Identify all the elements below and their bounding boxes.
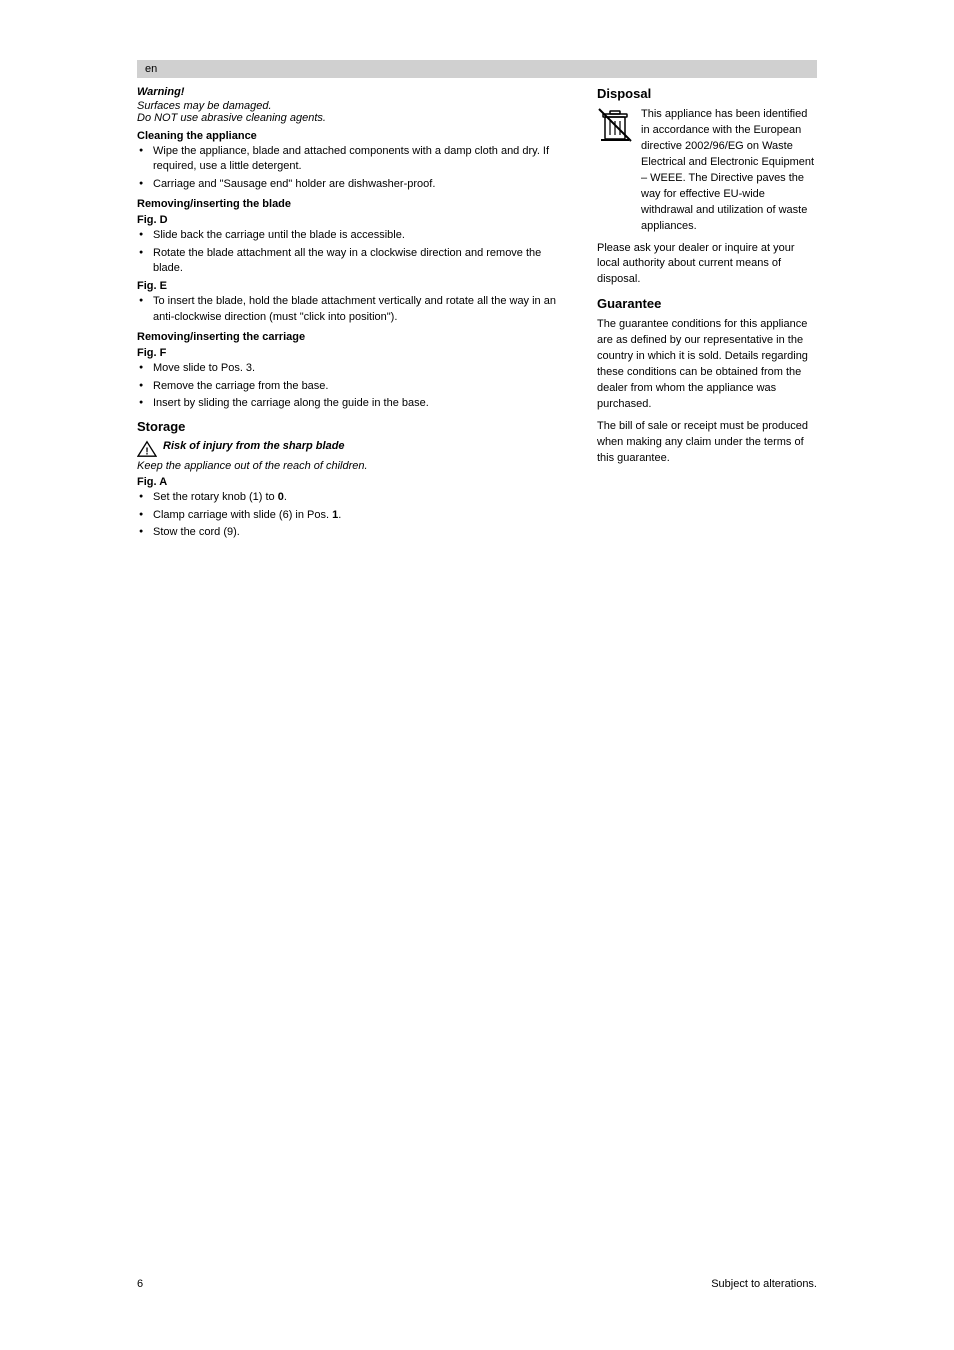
storage-title: Storage [137, 419, 573, 434]
guarantee-section: Guarantee The guarantee conditions for t… [597, 296, 817, 466]
list-item: Insert by sliding the carriage along the… [137, 396, 573, 411]
fig-f-label: Fig. F [137, 347, 573, 359]
fig-a-label: Fig. A [137, 476, 573, 488]
cleaning-list: Wipe the appliance, blade and attached c… [137, 144, 573, 192]
cleaning-title: Cleaning the appliance [137, 130, 573, 142]
disposal-title: Disposal [597, 86, 817, 101]
weee-icon [597, 107, 633, 143]
warning-line-2: Do NOT use abrasive cleaning agents. [137, 112, 573, 124]
guarantee-para2: The bill of sale or receipt must be prod… [597, 419, 817, 467]
removing-carriage-title: Removing/inserting the carriage [137, 331, 573, 343]
page: en Warning! Surfaces may be damaged. Do … [0, 0, 954, 1350]
lang-bar: en [137, 60, 817, 78]
fig-e-list: To insert the blade, hold the blade atta… [137, 294, 573, 325]
fig-d-list: Slide back the carriage until the blade … [137, 228, 573, 276]
subject-to-alterations: Subject to alterations. [711, 1278, 817, 1290]
left-column: Warning! Surfaces may be damaged. Do NOT… [137, 86, 573, 544]
list-item: Carriage and "Sausage end" holder are di… [137, 177, 573, 192]
list-item: Move slide to Pos. 3. [137, 361, 573, 376]
right-column: Disposal This appliance has been identif… [597, 86, 817, 544]
guarantee-para1: The guarantee conditions for this applia… [597, 317, 817, 413]
warning-triangle-icon: ! [137, 440, 157, 458]
list-item: Remove the carriage from the base. [137, 379, 573, 394]
lang-label: en [145, 63, 157, 75]
list-item: Rotate the blade attachment all the way … [137, 246, 573, 277]
storage-warning: ! Risk of injury from the sharp blade [137, 440, 573, 458]
fig-f-list: Move slide to Pos. 3. Remove the carriag… [137, 361, 573, 411]
list-item: To insert the blade, hold the blade atta… [137, 294, 573, 325]
storage-warning-text: Risk of injury from the sharp blade [163, 440, 345, 452]
fig-a-list: Set the rotary knob (1) to 0. Clamp carr… [137, 490, 573, 540]
fig-e-label: Fig. E [137, 280, 573, 292]
guarantee-title: Guarantee [597, 296, 817, 311]
content-area: Warning! Surfaces may be damaged. Do NOT… [137, 86, 817, 544]
removing-blade-title: Removing/inserting the blade [137, 198, 573, 210]
fig-d-label: Fig. D [137, 214, 573, 226]
list-item: Stow the cord (9). [137, 525, 573, 540]
list-item: Set the rotary knob (1) to 0. [137, 490, 573, 505]
page-number: 6 [137, 1278, 143, 1290]
list-item: Clamp carriage with slide (6) in Pos. 1. [137, 508, 573, 523]
disposal-body: This appliance has been identified in ac… [641, 107, 817, 235]
disposal-header: This appliance has been identified in ac… [597, 107, 817, 235]
warning-line-1: Surfaces may be damaged. [137, 100, 573, 112]
list-item: Slide back the carriage until the blade … [137, 228, 573, 243]
list-item: Wipe the appliance, blade and attached c… [137, 144, 573, 175]
disposal-para2: Please ask your dealer or inquire at you… [597, 241, 817, 289]
storage-keep-children: Keep the appliance out of the reach of c… [137, 460, 573, 472]
svg-text:!: ! [145, 447, 148, 458]
warning-label: Warning! [137, 86, 573, 98]
